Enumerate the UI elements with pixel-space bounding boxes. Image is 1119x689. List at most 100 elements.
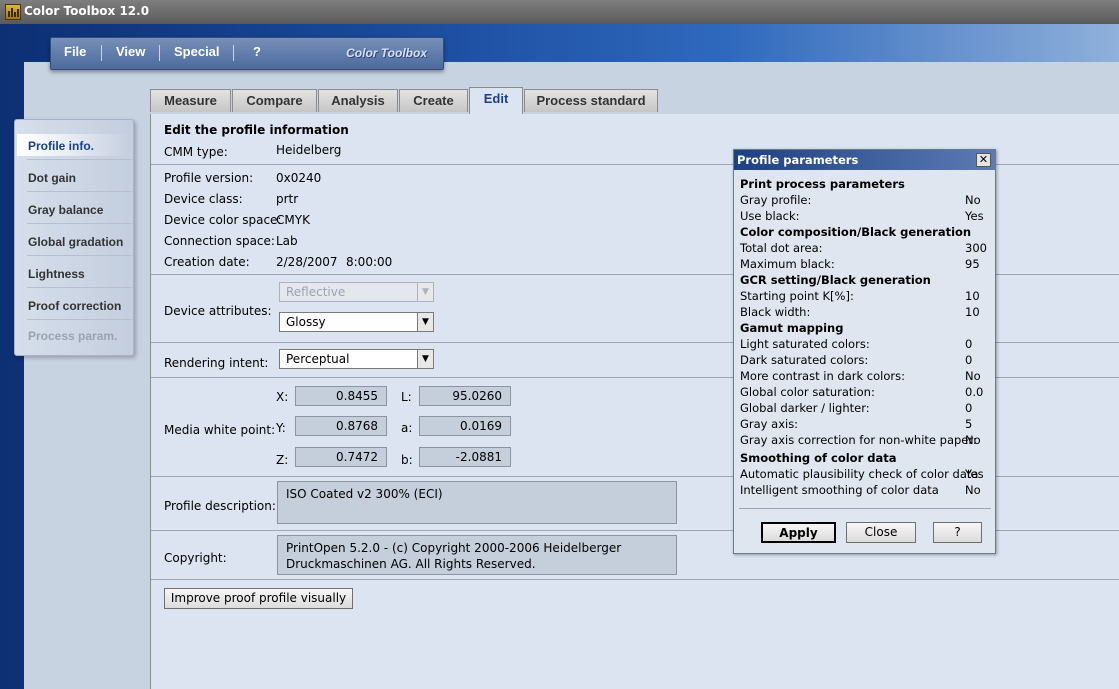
menu-file[interactable]: File bbox=[64, 44, 86, 59]
parameter-value: 0 bbox=[965, 337, 973, 351]
tab-edit[interactable]: Edit bbox=[469, 87, 523, 114]
menu-help[interactable]: ? bbox=[253, 44, 261, 59]
rendering-intent-select[interactable]: Perceptual ▼ bbox=[279, 349, 434, 369]
parameter-label: Intelligent smoothing of color data bbox=[740, 483, 939, 497]
parameter-value: No bbox=[965, 483, 981, 497]
a-field[interactable]: 0.0169 bbox=[419, 416, 511, 436]
device-color-space-value: CMYK bbox=[276, 213, 310, 227]
copyright-line-1: PrintOpen 5.2.0 - (c) Copyright 2000-200… bbox=[286, 541, 622, 555]
app-icon bbox=[5, 4, 21, 20]
chevron-down-icon[interactable]: ▼ bbox=[417, 313, 433, 331]
b-label: b: bbox=[401, 453, 413, 467]
connection-space-label: Connection space: bbox=[164, 234, 275, 248]
dialog-divider bbox=[739, 508, 991, 509]
rendering-intent-value: Perceptual bbox=[286, 352, 350, 366]
device-attributes-label: Device attributes: bbox=[164, 304, 272, 318]
divider bbox=[151, 579, 1119, 580]
menu-view[interactable]: View bbox=[116, 44, 145, 59]
nav-gray-balance[interactable]: Gray balance bbox=[28, 203, 128, 217]
profile-description-field[interactable]: ISO Coated v2 300% (ECI) bbox=[277, 481, 677, 524]
nav-process-param: Process param. bbox=[28, 329, 118, 343]
parameter-row: Global color saturation: 0.0 bbox=[740, 384, 990, 400]
parameter-row: Automatic plausibility check of color da… bbox=[740, 466, 990, 482]
nav-profile-info[interactable]: Profile info. bbox=[28, 139, 128, 153]
tab-analysis[interactable]: Analysis bbox=[318, 89, 398, 112]
parameter-label: Print process parameters bbox=[740, 177, 905, 191]
parameter-row: Global darker / lighter: 0 bbox=[740, 400, 990, 416]
close-button[interactable]: Close bbox=[846, 522, 916, 543]
device-class-value: prtr bbox=[276, 192, 299, 206]
dialog-title: Profile parameters bbox=[737, 153, 859, 167]
close-icon[interactable]: ✕ bbox=[976, 153, 991, 167]
parameter-label: Starting point K[%]: bbox=[740, 289, 854, 303]
nav-dot-gain[interactable]: Dot gain bbox=[28, 171, 128, 185]
parameter-label: Gray axis correction for non-white paper… bbox=[740, 433, 977, 447]
parameter-value: Yes bbox=[965, 209, 984, 223]
parameter-row: Gray axis correction for non-white paper… bbox=[740, 432, 990, 448]
y-field[interactable]: 0.8768 bbox=[295, 416, 387, 436]
parameter-section-heading: Gamut mapping bbox=[740, 320, 990, 336]
x-field[interactable]: 0.8455 bbox=[295, 386, 387, 406]
nav-divider bbox=[27, 287, 132, 288]
parameter-value: 0 bbox=[965, 353, 973, 367]
z-field[interactable]: 0.7472 bbox=[295, 447, 387, 467]
device-class-label: Device class: bbox=[164, 192, 243, 206]
device-color-space-label: Device color space: bbox=[164, 213, 282, 227]
parameter-row: Black width: 10 bbox=[740, 304, 990, 320]
nav-divider bbox=[27, 223, 132, 224]
parameter-value: Yes bbox=[965, 467, 984, 481]
tab-process-standard[interactable]: Process standard bbox=[524, 89, 658, 112]
y-label: Y: bbox=[276, 421, 286, 435]
help-button[interactable]: ? bbox=[933, 522, 982, 543]
media-white-point-label: Media white point: bbox=[164, 423, 276, 437]
parameter-value: 0 bbox=[965, 401, 973, 415]
profile-parameters-dialog: Profile parameters ✕ Print process param… bbox=[733, 149, 996, 554]
menu-separator bbox=[233, 45, 234, 61]
nav-divider bbox=[27, 255, 132, 256]
nav-divider bbox=[27, 159, 132, 160]
tab-compare[interactable]: Compare bbox=[232, 89, 317, 112]
reflective-select-value: Reflective bbox=[286, 285, 346, 299]
parameter-row: Maximum black: 95 bbox=[740, 256, 990, 272]
copyright-field[interactable]: PrintOpen 5.2.0 - (c) Copyright 2000-200… bbox=[277, 535, 677, 575]
reflective-select: Reflective ▼ bbox=[279, 282, 434, 302]
panel-heading: Edit the profile information bbox=[164, 123, 349, 137]
window-title: Color Toolbox 12.0 bbox=[24, 4, 150, 18]
parameter-value: 10 bbox=[965, 289, 980, 303]
profile-description-label: Profile description: bbox=[164, 499, 276, 513]
parameter-label: Total dot area: bbox=[740, 241, 823, 255]
creation-date-label: Creation date: bbox=[164, 255, 250, 269]
nav-lightness[interactable]: Lightness bbox=[28, 267, 128, 281]
parameter-row: Gray axis: 5 bbox=[740, 416, 990, 432]
nav-proof-correction[interactable]: Proof correction bbox=[28, 299, 128, 313]
parameter-label: Gray axis: bbox=[740, 417, 799, 431]
parameter-value: No bbox=[965, 193, 981, 207]
menu-separator bbox=[159, 45, 160, 61]
cmm-type-label: CMM type: bbox=[164, 145, 228, 159]
tab-create[interactable]: Create bbox=[399, 89, 468, 112]
menu-special[interactable]: Special bbox=[174, 44, 220, 59]
glossy-select[interactable]: Glossy ▼ bbox=[279, 312, 434, 332]
parameter-row: More contrast in dark colors: No bbox=[740, 368, 990, 384]
parameter-label: Automatic plausibility check of color da… bbox=[740, 467, 979, 481]
dialog-titlebar[interactable]: Profile parameters bbox=[734, 150, 995, 170]
chevron-down-icon[interactable]: ▼ bbox=[417, 350, 433, 368]
nav-global-gradation[interactable]: Global gradation bbox=[28, 235, 128, 249]
apply-button[interactable]: Apply bbox=[761, 522, 836, 543]
parameter-label: Color composition/Black generation bbox=[740, 225, 972, 239]
parameter-value: 95 bbox=[965, 257, 980, 271]
parameter-label: Gray profile: bbox=[740, 193, 812, 207]
parameter-row: Use black: Yes bbox=[740, 208, 990, 224]
l-field[interactable]: 95.0260 bbox=[419, 386, 511, 406]
parameter-row: Gray profile: No bbox=[740, 192, 990, 208]
improve-proof-profile-button[interactable]: Improve proof profile visually bbox=[164, 588, 353, 609]
parameter-label: Global color saturation: bbox=[740, 385, 875, 399]
z-label: Z: bbox=[276, 453, 289, 467]
a-label: a: bbox=[401, 421, 413, 435]
b-field[interactable]: -2.0881 bbox=[419, 447, 511, 467]
brand-logo: Color Toolbox bbox=[346, 46, 427, 60]
window-titlebar[interactable]: Color Toolbox 12.0 bbox=[0, 0, 1119, 24]
parameter-label: Dark saturated colors: bbox=[740, 353, 869, 367]
tab-measure[interactable]: Measure bbox=[150, 89, 231, 112]
parameter-value: No bbox=[965, 369, 981, 383]
